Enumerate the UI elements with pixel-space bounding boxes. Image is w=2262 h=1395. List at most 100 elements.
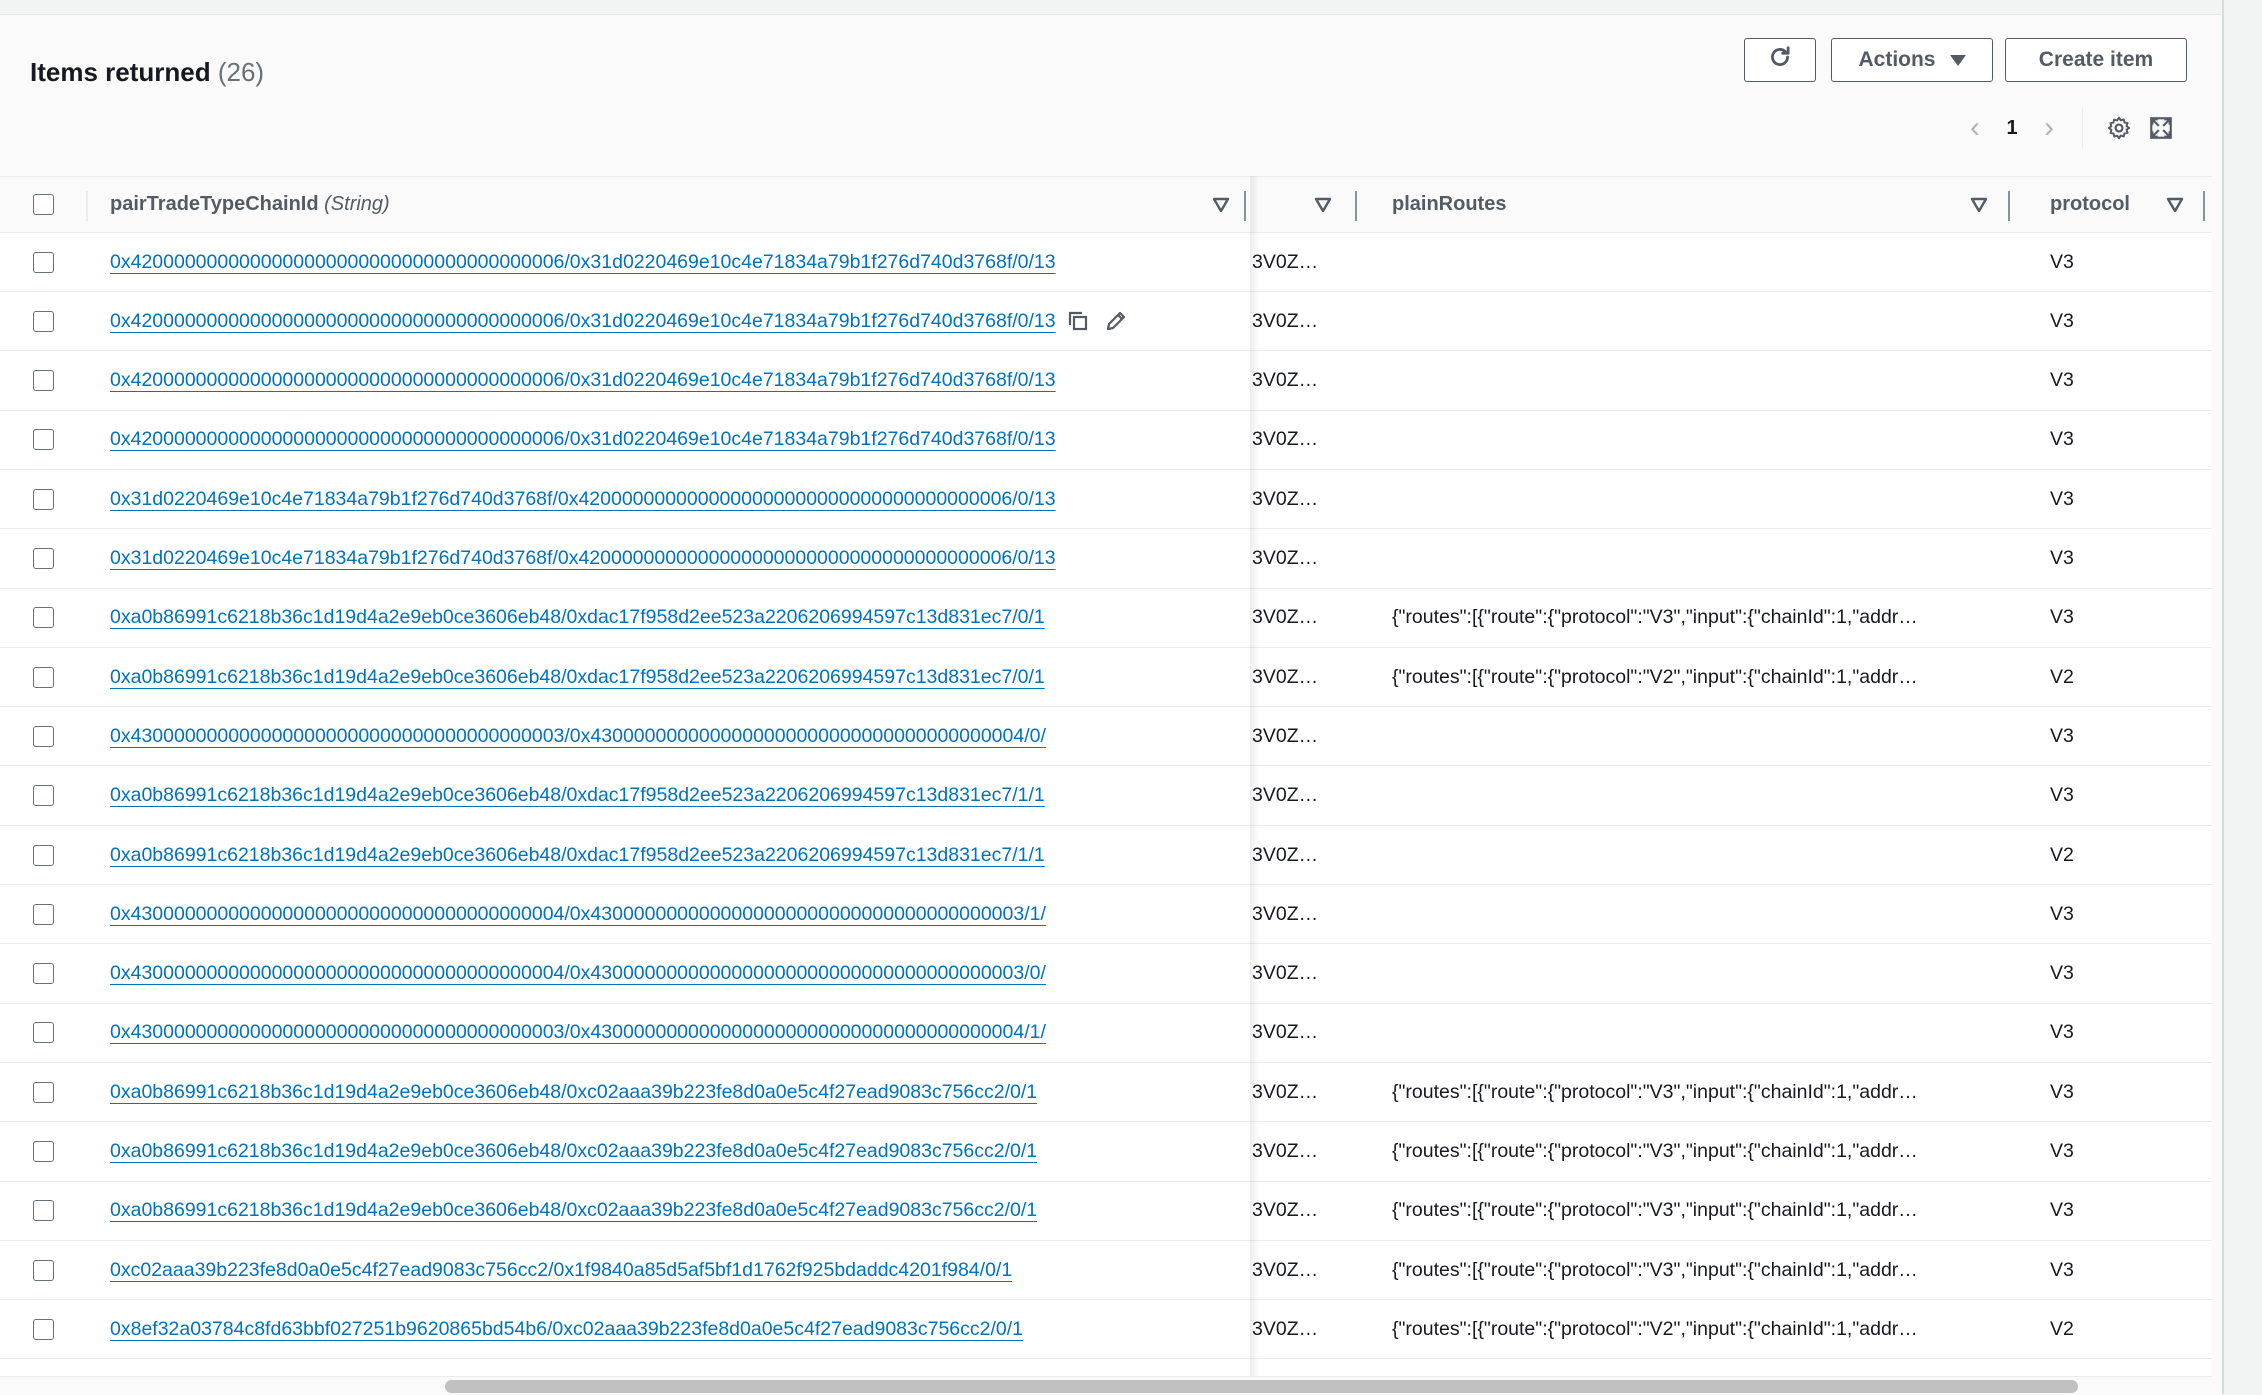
scrollbar-thumb[interactable]	[445, 1380, 2078, 1393]
col2-cell: 3V0Z…	[1252, 767, 1352, 825]
item-id-link[interactable]: 0xa0b86991c6218b36c1d19d4a2e9eb0ce3606eb…	[110, 666, 1045, 689]
protocol-value: V3	[2050, 902, 2074, 925]
row-checkbox[interactable]	[32, 1259, 54, 1281]
horizontal-scrollbar[interactable]	[0, 1376, 2212, 1395]
table-row[interactable]: 0x43000000000000000000000000000000000000…	[0, 1003, 2212, 1063]
table-row[interactable]: 0x8ef32a03784c8fd63bbf027251b9620865bd54…	[0, 1300, 2212, 1360]
item-id-link[interactable]: 0x42000000000000000000000000000000000000…	[110, 428, 1056, 451]
row-checkbox[interactable]	[32, 963, 54, 985]
column-header-plainRoutes[interactable]: plainRoutes	[1392, 177, 1992, 232]
row-checkbox[interactable]	[32, 310, 54, 332]
actions-button[interactable]: Actions	[1831, 38, 1993, 82]
row-select-cell	[0, 292, 86, 350]
column-divider[interactable]	[1244, 191, 1246, 221]
current-page[interactable]: 1	[1990, 117, 2034, 140]
row-checkbox[interactable]	[32, 1081, 54, 1103]
item-id-link[interactable]: 0xa0b86991c6218b36c1d19d4a2e9eb0ce3606eb…	[110, 784, 1045, 807]
row-checkbox[interactable]	[32, 370, 54, 392]
item-id-link[interactable]: 0x42000000000000000000000000000000000000…	[110, 310, 1056, 333]
item-id-link[interactable]: 0xa0b86991c6218b36c1d19d4a2e9eb0ce3606eb…	[110, 1140, 1037, 1163]
copy-icon[interactable]	[1066, 309, 1090, 333]
item-id-link[interactable]: 0x8ef32a03784c8fd63bbf027251b9620865bd54…	[110, 1318, 1023, 1341]
gear-icon[interactable]	[2101, 110, 2137, 146]
table-row[interactable]: 0xa0b86991c6218b36c1d19d4a2e9eb0ce3606eb…	[0, 648, 2212, 708]
chevron-right-icon[interactable]: ›	[2034, 111, 2064, 145]
plain-routes-cell	[1392, 767, 1992, 825]
column-header-col2[interactable]	[1252, 177, 1352, 232]
table-row[interactable]: 0x43000000000000000000000000000000000000…	[0, 707, 2212, 767]
refresh-button[interactable]	[1744, 38, 1816, 82]
column-divider[interactable]	[2203, 191, 2205, 221]
item-id-link[interactable]: 0xa0b86991c6218b36c1d19d4a2e9eb0ce3606eb…	[110, 606, 1045, 629]
column-divider[interactable]	[2008, 191, 2010, 221]
protocol-cell: V3	[2050, 1123, 2200, 1181]
plain-routes-cell	[1392, 707, 1992, 765]
pencil-icon[interactable]	[1104, 309, 1128, 333]
vertical-scrollbar-track[interactable]	[2222, 0, 2262, 1394]
item-id-link[interactable]: 0xa0b86991c6218b36c1d19d4a2e9eb0ce3606eb…	[110, 844, 1045, 867]
table-row[interactable]: 0x42000000000000000000000000000000000000…	[0, 351, 2212, 411]
id-cell: 0xa0b86991c6218b36c1d19d4a2e9eb0ce3606eb…	[110, 589, 1230, 647]
protocol-cell: V3	[2050, 767, 2200, 825]
create-item-button[interactable]: Create item	[2005, 38, 2187, 82]
row-checkbox[interactable]	[32, 1022, 54, 1044]
row-select-cell	[0, 767, 86, 825]
protocol-cell: V3	[2050, 530, 2200, 588]
table-row[interactable]: 0xa0b86991c6218b36c1d19d4a2e9eb0ce3606eb…	[0, 826, 2212, 885]
table-row[interactable]: 0x31d0220469e10c4e71834a79b1f276d740d376…	[0, 529, 2212, 589]
row-checkbox[interactable]	[32, 725, 54, 747]
row-checkbox[interactable]	[32, 903, 54, 925]
item-id-link[interactable]: 0x43000000000000000000000000000000000000…	[110, 1021, 1046, 1044]
row-checkbox[interactable]	[32, 666, 54, 688]
col2-value: 3V0Z…	[1252, 665, 1319, 688]
row-checkbox[interactable]	[32, 548, 54, 569]
chevron-left-icon[interactable]: ‹	[1960, 111, 1990, 145]
col2-value: 3V0Z…	[1252, 962, 1319, 985]
table-row[interactable]: 0xa0b86991c6218b36c1d19d4a2e9eb0ce3606eb…	[0, 1063, 2212, 1123]
plain-routes-cell: {"routes":[{"route":{"protocol":"V3","in…	[1392, 1182, 1992, 1240]
actions-label: Actions	[1858, 48, 1936, 71]
row-checkbox[interactable]	[32, 607, 54, 629]
select-all-checkbox[interactable]	[32, 194, 54, 215]
row-checkbox[interactable]	[32, 251, 54, 273]
item-id-link[interactable]: 0xa0b86991c6218b36c1d19d4a2e9eb0ce3606eb…	[110, 1081, 1037, 1104]
table-row[interactable]: 0x43000000000000000000000000000000000000…	[0, 885, 2212, 945]
item-id-link[interactable]: 0x31d0220469e10c4e71834a79b1f276d740d376…	[110, 488, 1056, 511]
table-row[interactable]: 0x43000000000000000000000000000000000000…	[0, 944, 2212, 1004]
table-row[interactable]: 0xa0b86991c6218b36c1d19d4a2e9eb0ce3606eb…	[0, 1122, 2212, 1182]
row-checkbox[interactable]	[32, 1318, 54, 1340]
fullscreen-icon[interactable]	[2143, 110, 2179, 146]
protocol-value: V2	[2050, 843, 2074, 866]
column-divider[interactable]	[1355, 191, 1357, 221]
column-header-pairTradeTypeChainId[interactable]: pairTradeTypeChainId (String)	[110, 177, 1230, 232]
protocol-cell: V3	[2050, 292, 2200, 350]
table-row[interactable]: 0xa0b86991c6218b36c1d19d4a2e9eb0ce3606eb…	[0, 1181, 2212, 1241]
table-row[interactable]: 0xc02aaa39b223fe8d0a0e5c4f27ead9083c756c…	[0, 1241, 2212, 1301]
protocol-value: V3	[2050, 487, 2074, 510]
table-row[interactable]: 0x42000000000000000000000000000000000000…	[0, 410, 2212, 470]
item-id-link[interactable]: 0xa0b86991c6218b36c1d19d4a2e9eb0ce3606eb…	[110, 1199, 1037, 1222]
row-checkbox[interactable]	[32, 1200, 54, 1222]
item-id-link[interactable]: 0x43000000000000000000000000000000000000…	[110, 962, 1046, 985]
item-id-link[interactable]: 0x43000000000000000000000000000000000000…	[110, 903, 1046, 926]
item-id-link[interactable]: 0x42000000000000000000000000000000000000…	[110, 251, 1056, 274]
table-row[interactable]: 0x31d0220469e10c4e71834a79b1f276d740d376…	[0, 470, 2212, 530]
row-checkbox[interactable]	[32, 844, 54, 866]
item-id-link[interactable]: 0x31d0220469e10c4e71834a79b1f276d740d376…	[110, 547, 1056, 570]
col2-cell: 3V0Z…	[1252, 648, 1352, 706]
row-select-cell	[0, 352, 86, 410]
table-row[interactable]: 0x42000000000000000000000000000000000000…	[0, 233, 2212, 292]
item-id-link[interactable]: 0xc02aaa39b223fe8d0a0e5c4f27ead9083c756c…	[110, 1259, 1012, 1282]
row-checkbox[interactable]	[32, 1141, 54, 1162]
table-row[interactable]: 0x42000000000000000000000000000000000000…	[0, 292, 2212, 352]
item-id-link[interactable]: 0x42000000000000000000000000000000000000…	[110, 369, 1056, 392]
row-checkbox[interactable]	[32, 429, 54, 451]
col2-cell: 3V0Z…	[1252, 233, 1352, 291]
col2-value: 3V0Z…	[1252, 1080, 1319, 1103]
row-checkbox[interactable]	[32, 488, 54, 510]
row-checkbox[interactable]	[32, 785, 54, 807]
table-row[interactable]: 0xa0b86991c6218b36c1d19d4a2e9eb0ce3606eb…	[0, 588, 2212, 648]
item-id-link[interactable]: 0x43000000000000000000000000000000000000…	[110, 725, 1046, 748]
protocol-value: V3	[2050, 784, 2074, 807]
table-row[interactable]: 0xa0b86991c6218b36c1d19d4a2e9eb0ce3606eb…	[0, 766, 2212, 826]
